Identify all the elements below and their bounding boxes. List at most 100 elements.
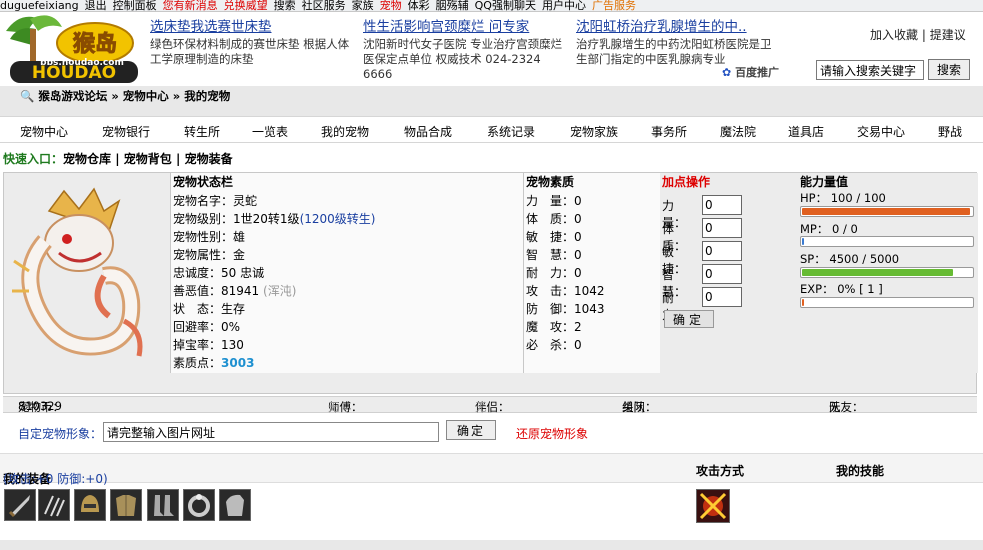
wisdom-input[interactable] (702, 264, 742, 284)
quality-row: 力 量：0 (526, 194, 582, 208)
quality-row: 攻 击：1042 (526, 284, 605, 298)
nav-item[interactable]: 交易中心 (857, 123, 905, 140)
quality-row: 敏 捷：0 (526, 230, 582, 244)
hp-label: HP： 100 / 100 (800, 191, 886, 205)
exp-bar (800, 297, 974, 308)
paw-icon: ✿ (722, 66, 732, 79)
suggest-link[interactable]: 提建议 (930, 28, 966, 42)
attack-method-icon[interactable] (696, 489, 730, 523)
pet-stats-bar: 宠物币： 810329 师傅：无 伴侣：无 组队： 关闭 队友：无 (3, 396, 977, 414)
sp-label: SP： 4500 / 5000 (800, 252, 900, 266)
quality-heading: 宠物素质 (526, 175, 575, 189)
nav-item[interactable]: 魔法院 (720, 123, 756, 140)
search-link[interactable]: 搜索 (274, 0, 296, 11)
user-center-link[interactable]: 用户中心 (542, 0, 586, 11)
hp-bar (800, 206, 974, 217)
baidu-promo[interactable]: ✿ 百度推广 (722, 64, 779, 80)
quality-column: 宠物素质 力 量：0 体 质：0 敏 捷：0 智 慧：0 耐 力：0 攻 击：1… (523, 173, 661, 373)
quality-row: 必 杀：0 (526, 338, 582, 352)
qq-link[interactable]: QQ强制聊天 (475, 0, 536, 11)
restore-image-link[interactable]: 还原宠物形象 (516, 425, 588, 442)
pet-attr-row: 宠物属性：金 (173, 248, 246, 262)
nav-item[interactable]: 事务所 (651, 123, 687, 140)
agility-input[interactable] (702, 241, 742, 261)
page-bottom (0, 540, 983, 550)
kill-link[interactable]: 胭殇辅 (436, 0, 469, 11)
logo-url: bbs.houdao.com (40, 58, 124, 68)
quick-link[interactable]: 宠物仓库 (63, 152, 111, 166)
search-button[interactable]: 搜索 (928, 59, 970, 80)
pet-name-row: 宠物名字：灵蛇 (173, 194, 258, 208)
nav-item[interactable]: 转生所 (184, 123, 220, 140)
equip-armor-icon[interactable] (110, 489, 142, 521)
strength-input[interactable] (702, 195, 742, 215)
mp-bar (800, 236, 974, 247)
quality-row: 体 质：0 (526, 212, 582, 226)
new-message-link[interactable]: 您有新消息 (163, 0, 218, 11)
nav-item[interactable]: 宠物中心 (20, 123, 68, 140)
ad-item[interactable]: 沈阳虹桥治疗乳腺增生的中.. 治疗乳腺增生的中药沈阳虹桥医院是卫生部门指定的中医… (576, 19, 781, 67)
custom-image-input[interactable] (103, 422, 439, 442)
attack-method-heading: 攻击方式 (696, 464, 745, 478)
custom-image-confirm-button[interactable]: 确定 (446, 420, 496, 440)
header-links: 加入收藏 | 提建议 (870, 28, 966, 42)
pet-status-heading: 宠物状态栏 (173, 175, 234, 189)
equip-gauntlet-icon[interactable] (219, 489, 251, 521)
site-logo[interactable]: 猴岛 HOUDAO bbs.houdao.com (0, 9, 140, 87)
nav-item[interactable]: 宠物家族 (570, 123, 618, 140)
nav-item[interactable]: 宠物银行 (102, 123, 150, 140)
breadcrumb-bar: 🔍 猴岛游戏论坛 » 宠物中心 » 我的宠物 (0, 86, 983, 116)
nav-item[interactable]: 一览表 (252, 123, 288, 140)
ad-title[interactable]: 选床垫我选赛世床垫 (150, 19, 355, 35)
pet-link[interactable]: 宠物 (380, 0, 402, 11)
add-points-column: 加点操作 力量： 体质： 敏捷： 智慧： 耐力： 确定 (660, 173, 800, 373)
equip-helmet-icon[interactable] (74, 489, 106, 521)
pet-loyal-row: 忠诚度：50 忠诚 (173, 266, 265, 280)
search-input[interactable] (816, 60, 924, 80)
exp-label: EXP： 0% [ 1 ] (800, 282, 883, 296)
ability-column: 能力量值 HP： 100 / 100 MP： 0 / 0 SP： 4500 / … (798, 173, 978, 373)
add-favorite-link[interactable]: 加入收藏 (870, 28, 918, 42)
pet-points-row: 素质点：3003 (173, 356, 255, 370)
pet-nav: 宠物中心 宠物银行 转生所 一览表 我的宠物 物品合成 系统记录 宠物家族 事务… (0, 116, 983, 143)
quick-link[interactable]: 宠物装备 (185, 152, 233, 166)
nav-item[interactable]: 物品合成 (404, 123, 452, 140)
ad-item[interactable]: 性生活影响宫颈糜烂 问专家 沈阳新时代女子医院 专业治疗宫颈糜烂 医保定点单位 … (363, 19, 568, 82)
exchange-link[interactable]: 兑换威望 (224, 0, 268, 11)
pet-gender-row: 宠物性别：雄 (173, 230, 246, 244)
ad-title[interactable]: 性生活影响宫颈糜烂 问专家 (363, 19, 568, 35)
nav-item[interactable]: 系统记录 (487, 123, 535, 140)
search-icon: 🔍 (20, 89, 35, 103)
ad-service-link[interactable]: 广告服务 (592, 0, 636, 11)
equip-ring-icon[interactable] (183, 489, 215, 521)
lottery-link[interactable]: 体彩 (408, 0, 430, 11)
pet-karma-row: 善恶值：81941 (浑沌) (173, 284, 297, 298)
logo-text: 猴岛 (73, 31, 117, 57)
nav-item[interactable]: 野战 (938, 123, 962, 140)
nav-item[interactable]: 我的宠物 (321, 123, 369, 140)
family-link[interactable]: 家族 (352, 0, 374, 11)
ad-item[interactable]: 选床垫我选赛世床垫 绿色环保材料制成的赛世床垫 根据人体工学原理制造的床垫 (150, 19, 355, 67)
mp-label: MP： 0 / 0 (800, 222, 858, 236)
skill-heading: 我的技能 (836, 464, 885, 478)
equipment-section-header: 我的装备 (攻击:+0 防御:+0) 攻击方式 我的技能 (0, 453, 983, 486)
constitution-input[interactable] (702, 218, 742, 238)
confirm-points-button[interactable]: 确定 (664, 310, 714, 328)
ad-area: 选床垫我选赛世床垫 绿色环保材料制成的赛世床垫 根据人体工学原理制造的床垫 性生… (150, 19, 790, 81)
equip-claw-icon[interactable] (38, 489, 70, 521)
pet-state-row: 状 态：生存 (173, 302, 246, 316)
breadcrumb[interactable]: 猴岛游戏论坛 » 宠物中心 » 我的宠物 (38, 89, 230, 103)
nav-item[interactable]: 道具店 (788, 123, 824, 140)
quality-row: 防 御：1043 (526, 302, 605, 316)
quality-row: 智 慧：0 (526, 248, 582, 262)
quick-link[interactable]: 宠物背包 (124, 152, 172, 166)
community-link[interactable]: 社区服务 (302, 0, 346, 11)
pet-image (9, 181, 149, 371)
equip-sword-icon[interactable] (4, 489, 36, 521)
endurance-input[interactable] (702, 287, 742, 307)
top-toolbar: duguefeixiang 退出 控制面板 您有新消息 兑换威望 搜索 社区服务 家族 宠物 体彩… (0, 0, 983, 12)
pet-drop-row: 掉宝率：130 (173, 338, 244, 352)
equip-boots-icon[interactable] (147, 489, 179, 521)
ad-title[interactable]: 沈阳虹桥治疗乳腺增生的中.. (576, 19, 781, 35)
pet-status-column: 宠物状态栏 宠物名字：灵蛇 宠物级别：1世20转1级(1200级转生) 宠物性别… (170, 173, 524, 373)
